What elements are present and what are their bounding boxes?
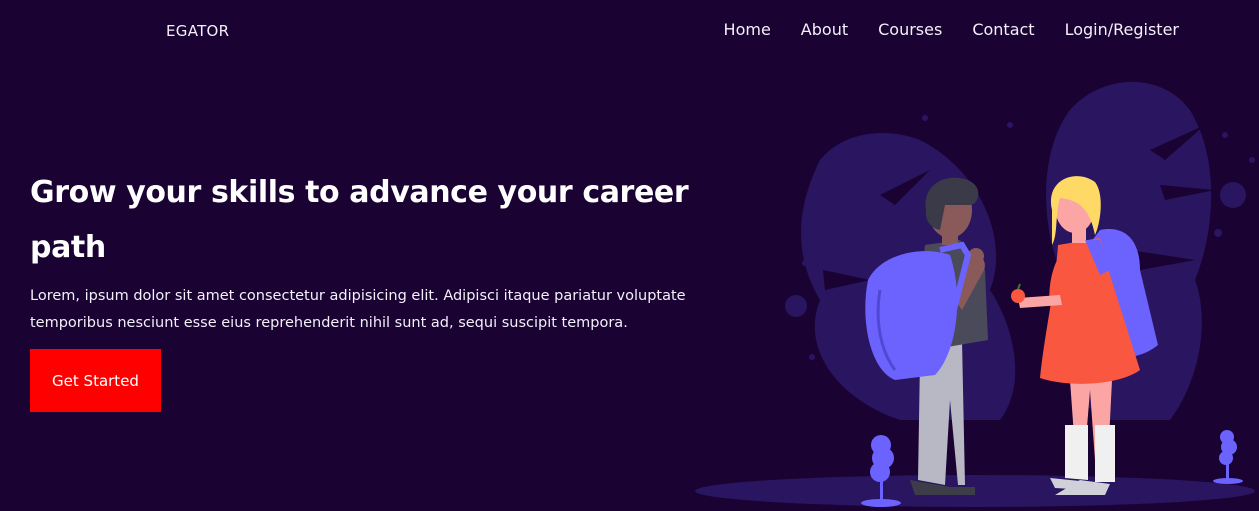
- hero-section: Grow your skills to advance your career …: [30, 165, 690, 412]
- plant-icon-right: [1213, 430, 1243, 484]
- nav-link-home[interactable]: Home: [724, 20, 771, 39]
- apple-icon: [1011, 289, 1025, 303]
- navbar: EGATOR Home About Courses Contact Login/…: [0, 0, 1259, 64]
- nav-links: Home About Courses Contact Login/Registe…: [724, 20, 1179, 39]
- nav-link-contact[interactable]: Contact: [972, 20, 1034, 39]
- get-started-button[interactable]: Get Started: [30, 349, 161, 412]
- hero-title: Grow your skills to advance your career …: [30, 175, 689, 265]
- landing-page: EGATOR Home About Courses Contact Login/…: [0, 0, 1259, 511]
- nav-link-about[interactable]: About: [801, 20, 848, 39]
- nav-link-login-register[interactable]: Login/Register: [1065, 20, 1179, 39]
- students-illustration: [695, 81, 1255, 507]
- background-blobs-icon: [785, 81, 1255, 421]
- brand-logo[interactable]: EGATOR: [166, 22, 229, 40]
- hero-description: Lorem, ipsum dolor sit amet consectetur …: [30, 288, 686, 331]
- nav-link-courses[interactable]: Courses: [878, 20, 942, 39]
